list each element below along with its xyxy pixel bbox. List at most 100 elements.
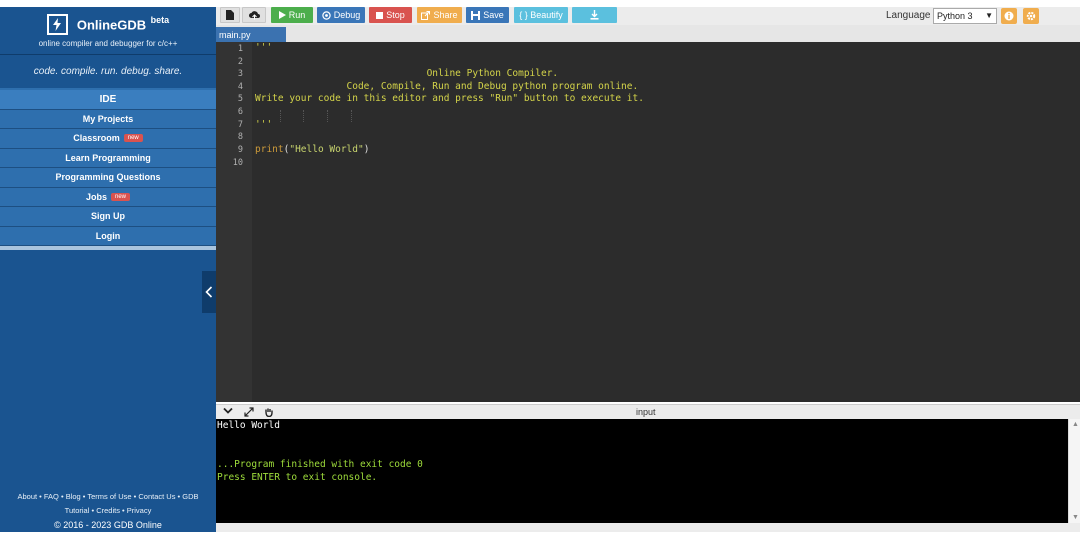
new-file-button[interactable]: [220, 7, 240, 23]
sidebar-item-classroom[interactable]: Classroom new: [0, 129, 216, 149]
info-icon: [1004, 11, 1014, 21]
language-select[interactable]: Python 3 ▼: [933, 8, 997, 24]
indent-guide: [280, 110, 281, 122]
footer-link-gdb[interactable]: GDB: [182, 492, 198, 501]
tab-main-py[interactable]: main.py: [216, 27, 286, 42]
sidebar-item-label: My Projects: [82, 113, 134, 124]
indent-guide: [303, 110, 304, 122]
sidebar-item-learn-programming[interactable]: Learn Programming: [0, 149, 216, 168]
chevron-down-icon[interactable]: [223, 407, 233, 418]
editor-tab-bar: main.py: [216, 25, 1080, 42]
settings-button[interactable]: [1023, 8, 1039, 24]
debug-button[interactable]: Debug: [317, 7, 365, 23]
sidebar-item-jobs[interactable]: Jobs new: [0, 188, 216, 207]
chevron-down-icon: ▼: [985, 11, 993, 20]
code-token-string: "Hello World": [289, 144, 364, 155]
slogan: code. compile. run. debug. share.: [0, 55, 216, 90]
line-number-gutter: 1 2 3 4 5 6 7 8 9 10: [216, 42, 252, 402]
sidebar-collapse-button[interactable]: [202, 271, 216, 313]
footer-link-terms[interactable]: Terms of Use: [87, 492, 131, 501]
indent-guide: [351, 110, 352, 122]
lightning-bolt-icon[interactable]: [46, 14, 68, 35]
save-button[interactable]: Save: [466, 7, 509, 23]
footer-link-faq[interactable]: FAQ: [44, 492, 59, 501]
console-line: Hello World: [217, 420, 280, 431]
share-button[interactable]: Share: [417, 7, 462, 23]
stop-icon: [376, 11, 384, 19]
sidebar-item-login[interactable]: Login: [0, 227, 216, 246]
footer-link-credits[interactable]: Credits: [96, 506, 120, 515]
share-icon: [421, 10, 431, 20]
console-output[interactable]: Hello World ...Program finished with exi…: [216, 419, 1068, 523]
file-icon: [226, 10, 234, 20]
language-label: Language: [886, 10, 931, 21]
beautify-button[interactable]: { } Beautify: [514, 7, 568, 23]
upload-icon: [248, 10, 260, 19]
console-line: Press ENTER to exit console.: [217, 472, 378, 483]
sidebar-item-programming-questions[interactable]: Programming Questions: [0, 168, 216, 188]
code-line: ''': [255, 119, 273, 130]
share-label: Share: [433, 10, 458, 20]
line-number: 6: [237, 107, 243, 117]
sidebar-item-label: Jobs: [85, 191, 107, 202]
brand-title[interactable]: OnlineGDB beta: [77, 15, 169, 34]
scroll-up-icon[interactable]: ▲: [1072, 421, 1079, 428]
line-number: 10: [232, 158, 243, 168]
sidebar-item-label: Sign Up: [91, 211, 125, 222]
bottom-strip: [216, 523, 1080, 532]
sidebar-item-label: Learn Programming: [65, 152, 151, 163]
footer-link-tutorial[interactable]: Tutorial: [65, 506, 90, 515]
sidebar: OnlineGDB beta online compiler and debug…: [0, 7, 216, 532]
save-label: Save: [483, 10, 504, 20]
toolbar: Run Debug Stop Share Save { } Beautify L…: [216, 7, 1080, 25]
footer-link-privacy[interactable]: Privacy: [127, 506, 152, 515]
stop-label: Stop: [386, 10, 405, 20]
run-label: Run: [288, 10, 306, 20]
console-line: ...Program finished with exit code 0: [217, 459, 423, 470]
code-line-print: print("Hello World"): [255, 144, 369, 155]
footer-link-about[interactable]: About: [17, 492, 37, 501]
code-token-function: print: [255, 144, 284, 155]
sidebar-item-label: Login: [95, 230, 121, 241]
upload-button[interactable]: [242, 7, 266, 23]
footer-link-contact[interactable]: Contact Us: [138, 492, 175, 501]
sidebar-nav: IDE My Projects Classroom new Learn Prog…: [0, 90, 216, 246]
download-icon: [590, 10, 599, 20]
line-number: 8: [237, 132, 243, 142]
line-number: 1: [237, 44, 243, 54]
code-line: Write your code in this editor and press…: [255, 93, 644, 104]
run-button[interactable]: Run: [271, 7, 313, 23]
line-number: 7: [237, 120, 243, 130]
stop-button[interactable]: Stop: [369, 7, 412, 23]
sidebar-item-label: IDE: [99, 93, 117, 105]
brand-name: OnlineGDB: [76, 17, 147, 33]
language-value: Python 3: [937, 11, 973, 21]
code-line: Code, Compile, Run and Debug python prog…: [255, 81, 639, 92]
console-header: input: [216, 404, 1080, 419]
chevron-left-icon: [205, 286, 213, 298]
line-number: 5: [237, 94, 243, 104]
code-line: ''': [255, 42, 273, 53]
sidebar-item-ide[interactable]: IDE: [0, 90, 216, 110]
sidebar-item-my-projects[interactable]: My Projects: [0, 110, 216, 129]
footer-link-blog[interactable]: Blog: [66, 492, 81, 501]
new-badge: new: [111, 192, 131, 201]
scroll-down-icon[interactable]: ▼: [1072, 514, 1079, 521]
brand-tagline: online compiler and debugger for c/c++: [38, 39, 178, 48]
beautify-label: { } Beautify: [519, 10, 563, 20]
line-number: 4: [237, 82, 243, 92]
sidebar-item-sign-up[interactable]: Sign Up: [0, 207, 216, 227]
footer-links-row-1: About • FAQ • Blog • Terms of Use • Cont…: [17, 492, 199, 501]
code-line: Online Python Compiler.: [255, 68, 559, 79]
gear-icon: [1026, 11, 1036, 21]
download-button[interactable]: [572, 7, 617, 23]
brand-beta: beta: [150, 14, 170, 25]
floppy-disk-icon: [471, 10, 481, 20]
console-scrollbar[interactable]: ▲ ▼: [1068, 419, 1080, 523]
nav-divider: [0, 246, 216, 250]
code-token-paren: ): [363, 144, 370, 155]
brand-header: OnlineGDB beta online compiler and debug…: [0, 7, 216, 55]
info-button[interactable]: [1001, 8, 1017, 24]
code-editor[interactable]: 1 2 3 4 5 6 7 8 9 10 ''' Online Python C…: [216, 42, 1080, 402]
line-number: 3: [237, 69, 243, 79]
